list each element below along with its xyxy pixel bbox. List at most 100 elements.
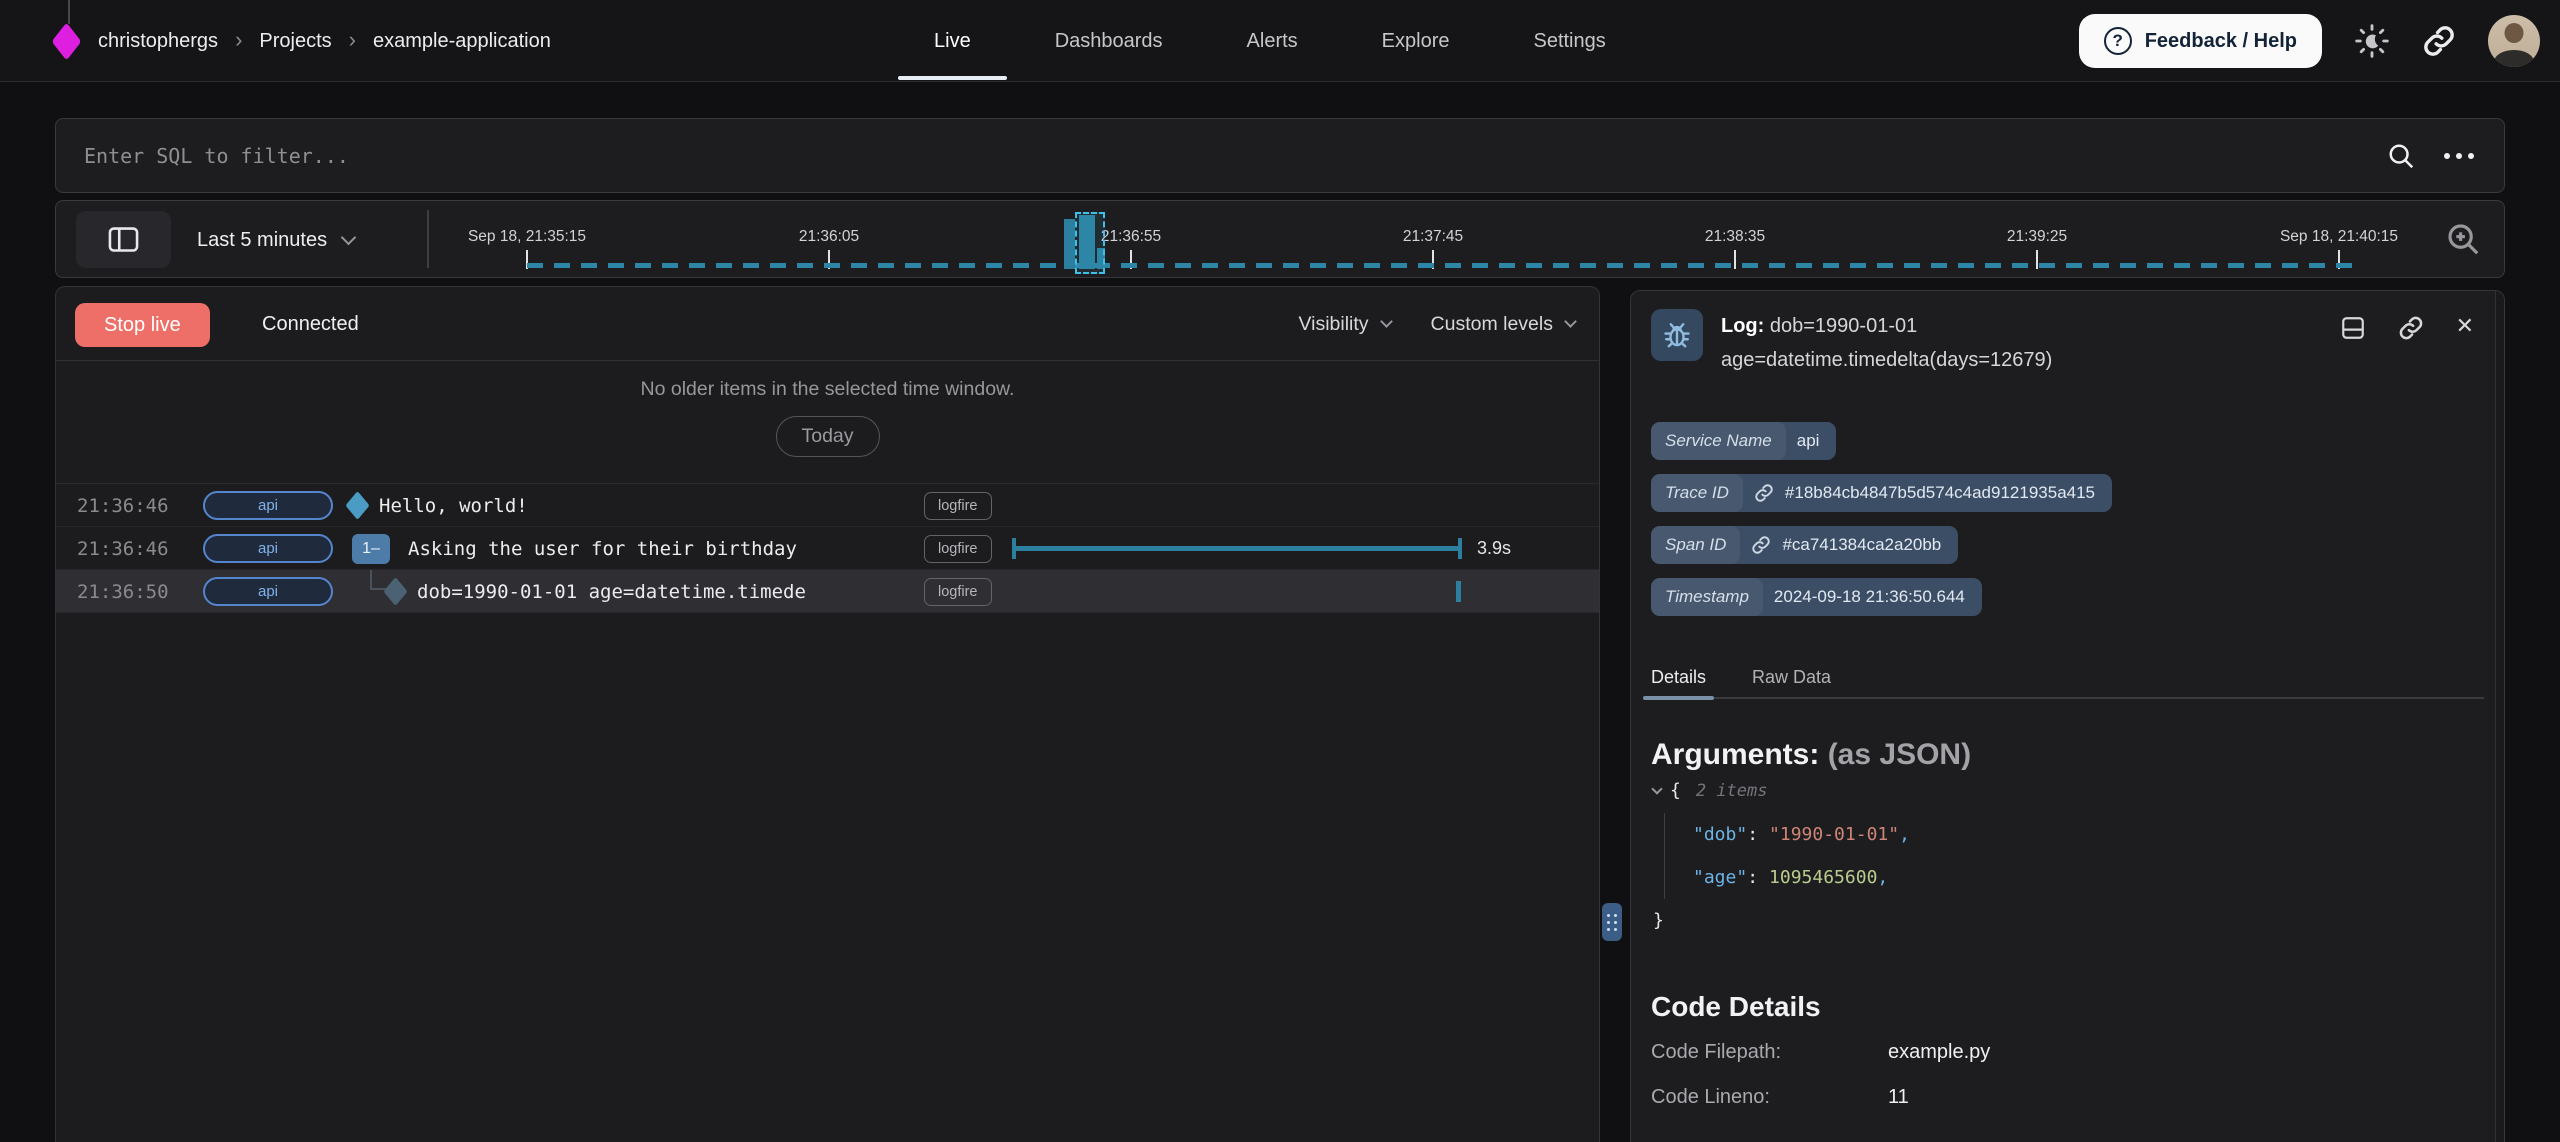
json-entry-age: "age":1095465600,	[1653, 856, 1910, 899]
log-time: 21:36:50	[77, 570, 169, 613]
chevron-down-icon	[1564, 315, 1577, 328]
split-panel-button[interactable]	[2340, 315, 2366, 341]
code-details-heading: Code Details	[1651, 991, 1821, 1023]
close-icon: ✕	[2456, 315, 2474, 337]
breadcrumb-workspace[interactable]: christophergs	[98, 30, 218, 53]
sidebar-toggle-button[interactable]	[76, 211, 171, 268]
search-icon[interactable]	[2386, 141, 2416, 171]
span-row-birthday[interactable]: 21:36:46 api 1– Asking the user for thei…	[56, 527, 1599, 570]
log-type-badge	[1651, 309, 1703, 361]
more-options-icon[interactable]	[2444, 153, 2474, 159]
json-root-line[interactable]: {2 items	[1653, 769, 1910, 813]
link-icon	[1751, 535, 1771, 555]
service-pill[interactable]: api	[203, 577, 333, 606]
filter-bar-icons	[2386, 141, 2504, 171]
details-header: Log: dob=1990-01-01 age=datetime.timedel…	[1651, 309, 2474, 377]
tab-explore[interactable]: Explore	[1382, 0, 1450, 82]
avatar-torso	[2494, 50, 2534, 67]
help-question-icon: ?	[2104, 27, 2132, 55]
timeline-selection-window[interactable]	[1075, 212, 1105, 274]
timeline-baseline[interactable]	[527, 263, 2356, 268]
log-time: 21:36:46	[77, 527, 169, 570]
timeline-tick-label: 21:38:35	[1705, 228, 1765, 246]
share-link-button[interactable]	[2422, 24, 2456, 58]
code-lineno-row: Code Lineno: 11	[1651, 1086, 1909, 1109]
theme-toggle-button[interactable]	[2354, 23, 2390, 59]
timeline-tick-label: 21:36:55	[1101, 228, 1161, 246]
breadcrumb-project-name[interactable]: example-application	[373, 30, 551, 53]
tree-connector	[370, 570, 372, 588]
log-row-dob-selected[interactable]: 21:36:50 api dob=1990-01-01 age=datetime…	[56, 570, 1599, 613]
chevron-right-icon: ›	[349, 29, 356, 54]
log-header-dropdowns: Visibility Custom levels	[1298, 287, 1575, 361]
feedback-help-button[interactable]: ? Feedback / Help	[2079, 14, 2322, 68]
service-pill[interactable]: api	[203, 491, 333, 520]
details-title: Log: dob=1990-01-01 age=datetime.timedel…	[1721, 309, 2161, 377]
log-row-hello-world[interactable]: 21:36:46 api Hello, world! logfire	[56, 484, 1599, 527]
tab-live[interactable]: Live	[934, 0, 971, 82]
code-filepath-row: Code Filepath: example.py	[1651, 1041, 1990, 1064]
log-details-panel: Log: dob=1990-01-01 age=datetime.timedel…	[1630, 290, 2505, 1142]
chevron-down-icon	[341, 229, 357, 245]
tab-details[interactable]: Details	[1651, 657, 1706, 697]
log-rows: 21:36:46 api Hello, world! logfire 21:36…	[56, 483, 1599, 613]
logfire-tag[interactable]: logfire	[924, 535, 992, 563]
details-tabs: Details Raw Data	[1651, 657, 2484, 699]
log-message: dob=1990-01-01 age=datetime.timede	[417, 570, 806, 613]
tab-raw-data[interactable]: Raw Data	[1752, 657, 1831, 697]
link-icon	[1754, 483, 1774, 503]
logfire-tag[interactable]: logfire	[924, 492, 992, 520]
log-time-marker	[1456, 581, 1461, 602]
empty-window-message: No older items in the selected time wind…	[56, 378, 1599, 401]
chevron-down-icon	[1380, 315, 1393, 328]
sql-filter-bar	[55, 118, 2505, 193]
timeline-tick-label: 21:37:45	[1403, 228, 1463, 246]
json-items-count: 2 items	[1696, 781, 1768, 801]
details-scrollbar[interactable]	[2495, 291, 2504, 1142]
time-range-label: Last 5 minutes	[197, 229, 327, 252]
log-time: 21:36:46	[77, 484, 169, 527]
collapse-children-badge[interactable]: 1–	[352, 534, 390, 564]
timeline-activity-bar[interactable]	[1064, 219, 1075, 269]
tab-alerts[interactable]: Alerts	[1247, 0, 1298, 82]
stop-live-button[interactable]: Stop live	[75, 303, 210, 347]
timeline-tick-label: 21:36:05	[799, 228, 859, 246]
span-message: Asking the user for their birthday	[408, 527, 797, 570]
feedback-help-label: Feedback / Help	[2145, 30, 2297, 53]
tab-settings[interactable]: Settings	[1533, 0, 1605, 82]
logfire-logo-icon[interactable]	[52, 22, 82, 60]
today-button[interactable]: Today	[775, 416, 879, 457]
service-name-badge[interactable]: Service Name api	[1651, 422, 1836, 460]
close-button[interactable]: ✕	[2456, 315, 2474, 337]
breadcrumb-projects[interactable]: Projects	[259, 30, 331, 53]
log-diamond-icon	[383, 577, 407, 606]
span-duration-label: 3.9s	[1477, 527, 1511, 570]
top-navbar: christophergs › Projects › example-appli…	[0, 0, 2560, 82]
user-avatar[interactable]	[2488, 15, 2540, 67]
json-entry-dob: "dob":"1990-01-01",	[1653, 813, 1910, 856]
timeline-tick-label: Sep 18, 21:35:15	[468, 228, 586, 246]
copy-link-button[interactable]	[2398, 315, 2424, 341]
trace-id-badge[interactable]: Trace ID #18b84cb4847b5d574c4ad9121935a4…	[1651, 474, 2112, 512]
tab-dashboards[interactable]: Dashboards	[1055, 0, 1163, 82]
span-id-badge[interactable]: Span ID #ca741384ca2a20bb	[1651, 526, 1958, 564]
chevron-right-icon: ›	[235, 29, 242, 54]
timestamp-badge[interactable]: Timestamp 2024-09-18 21:36:50.644	[1651, 578, 1982, 616]
connection-status: Connected	[262, 287, 359, 361]
logfire-app: christophergs › Projects › example-appli…	[0, 0, 2560, 1142]
service-pill[interactable]: api	[203, 534, 333, 563]
sql-filter-input[interactable]	[56, 119, 2386, 192]
timeline-zoom-button[interactable]	[2444, 220, 2482, 261]
timeline-divider	[427, 210, 429, 268]
span-duration-bar[interactable]	[1012, 538, 1462, 559]
logfire-tag[interactable]: logfire	[924, 578, 992, 606]
json-close-line: }	[1653, 899, 1910, 942]
custom-levels-dropdown[interactable]: Custom levels	[1431, 313, 1575, 336]
time-range-dropdown[interactable]: Last 5 minutes	[197, 201, 354, 279]
json-viewer: {2 items "dob":"1990-01-01", "age":10954…	[1653, 769, 1910, 942]
visibility-dropdown[interactable]: Visibility	[1298, 313, 1390, 336]
panel-left-icon	[108, 226, 139, 253]
panel-resize-handle[interactable]	[1602, 903, 1622, 941]
link-icon	[2422, 24, 2456, 58]
collapse-chevron-icon[interactable]	[1651, 783, 1662, 794]
